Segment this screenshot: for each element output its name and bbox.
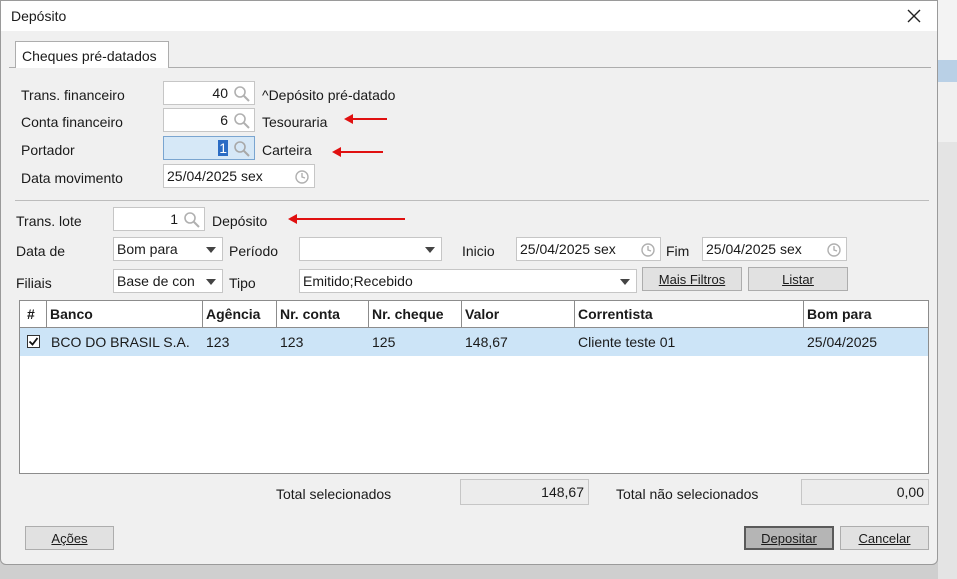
conta-financeiro-input[interactable]: 6 <box>163 108 255 132</box>
tab-cheques-pre-datados[interactable]: Cheques pré-datados <box>15 41 169 68</box>
column-header[interactable]: Nr. cheque <box>369 301 462 327</box>
data-movimento-value: 25/04/2025 sex <box>167 168 263 184</box>
column-header[interactable]: Banco <box>47 301 203 327</box>
close-icon <box>907 9 921 23</box>
cancelar-button[interactable]: Cancelar <box>840 526 929 550</box>
total-selecionados-label: Total selecionados <box>276 486 392 502</box>
trans-financeiro-desc: ^Depósito pré-datado <box>262 87 396 103</box>
tipo-select[interactable]: Emitido;Recebido <box>299 269 637 293</box>
column-header[interactable]: Valor <box>462 301 575 327</box>
cancelar-label: Cancelar <box>858 530 911 546</box>
cheques-table[interactable]: # Banco Agência Nr. conta Nr. cheque Val… <box>19 300 929 474</box>
separator <box>15 200 929 201</box>
dropdown-arrow-icon <box>620 279 630 285</box>
inicio-label: Inicio <box>462 243 495 259</box>
portador-value: 1 <box>218 140 228 156</box>
red-arrow-icon <box>344 114 387 124</box>
acoes-button[interactable]: Ações <box>25 526 114 550</box>
total-nao-selecionados-label: Total não selecionados <box>616 486 759 502</box>
background-window-strip-selected <box>938 60 957 82</box>
close-button[interactable] <box>891 1 937 31</box>
dropdown-arrow-icon <box>206 247 216 253</box>
window-title: Depósito <box>11 8 67 24</box>
column-header[interactable]: Nr. conta <box>277 301 369 327</box>
depositar-button[interactable]: Depositar <box>744 526 834 550</box>
trans-financeiro-label: Trans. financeiro <box>21 87 125 103</box>
conta-financeiro-label: Conta financeiro <box>21 114 123 130</box>
portador-desc: Carteira <box>262 142 312 158</box>
background-window-strip <box>938 0 957 60</box>
mais-filtros-button[interactable]: Mais Filtros <box>642 267 742 291</box>
background-window-strip <box>938 142 957 579</box>
column-header[interactable]: # <box>20 301 47 327</box>
magnifier-icon[interactable] <box>233 85 251 103</box>
total-nao-selecionados-value: 0,00 <box>896 484 924 500</box>
cell-valor: 148,67 <box>465 334 508 350</box>
table-header: # Banco Agência Nr. conta Nr. cheque Val… <box>20 301 928 328</box>
depositar-label: Depositar <box>761 530 817 546</box>
data-movimento-label: Data movimento <box>21 170 123 186</box>
data-movimento-input[interactable]: 25/04/2025 sex <box>163 164 315 188</box>
column-header[interactable]: Agência <box>203 301 277 327</box>
trans-lote-desc: Depósito <box>212 213 268 229</box>
red-arrow-icon <box>288 214 405 224</box>
data-de-label: Data de <box>16 243 66 259</box>
total-selecionados-value-box: 148,67 <box>460 479 589 505</box>
cell-bom-para: 25/04/2025 <box>807 334 878 350</box>
inicio-input[interactable]: 25/04/2025 sex <box>516 237 661 261</box>
filiais-value: Base de con <box>117 273 195 289</box>
trans-financeiro-input[interactable]: 40 <box>163 81 255 105</box>
table-row[interactable]: BCO DO BRASIL S.A. 123 123 125 148,67 Cl… <box>20 328 928 356</box>
trans-financeiro-value: 40 <box>212 85 228 101</box>
red-arrow-icon <box>332 147 383 157</box>
mais-filtros-label: Mais Filtros <box>658 271 726 287</box>
fim-value: 25/04/2025 sex <box>706 241 802 257</box>
listar-button[interactable]: Listar <box>748 267 848 291</box>
title-bar: Depósito <box>1 1 937 31</box>
periodo-label: Período <box>229 243 279 259</box>
checkbox-checked-icon <box>28 337 39 346</box>
filiais-label: Filiais <box>16 275 52 291</box>
trans-lote-value: 1 <box>170 211 178 227</box>
column-header[interactable]: Correntista <box>575 301 804 327</box>
magnifier-icon[interactable] <box>233 140 251 158</box>
data-de-select[interactable]: Bom para <box>113 237 223 261</box>
trans-lote-input[interactable]: 1 <box>113 207 205 231</box>
acoes-label: Ações <box>51 530 88 546</box>
dropdown-arrow-icon <box>425 247 435 253</box>
cell-correntista: Cliente teste 01 <box>578 334 676 350</box>
magnifier-icon[interactable] <box>233 112 251 130</box>
magnifier-icon[interactable] <box>183 211 201 229</box>
trans-lote-label: Trans. lote <box>16 213 82 229</box>
listar-label: Listar <box>782 271 814 287</box>
tab-label: Cheques pré-datados <box>22 48 157 64</box>
portador-label: Portador <box>21 142 75 158</box>
fim-label: Fim <box>666 243 690 259</box>
filiais-select[interactable]: Base de con <box>113 269 223 293</box>
cell-nr-cheque: 125 <box>372 334 396 350</box>
fim-input[interactable]: 25/04/2025 sex <box>702 237 847 261</box>
row-checkbox[interactable] <box>27 335 40 348</box>
inicio-value: 25/04/2025 sex <box>520 241 616 257</box>
background-window-strip <box>938 82 957 142</box>
clock-icon[interactable] <box>825 241 843 259</box>
deposit-dialog: Depósito Cheques pré-datados Trans. fina… <box>0 0 938 565</box>
total-selecionados-value: 148,67 <box>541 484 584 500</box>
clock-icon[interactable] <box>639 241 657 259</box>
conta-financeiro-desc: Tesouraria <box>262 114 328 130</box>
total-nao-selecionados-value-box: 0,00 <box>801 479 929 505</box>
cell-nr-conta: 123 <box>280 334 304 350</box>
tipo-value: Emitido;Recebido <box>303 273 413 289</box>
conta-financeiro-value: 6 <box>220 112 228 128</box>
data-de-value: Bom para <box>117 241 178 257</box>
tipo-label: Tipo <box>229 275 256 291</box>
cell-agencia: 123 <box>206 334 230 350</box>
clock-icon[interactable] <box>293 168 311 186</box>
periodo-select[interactable] <box>299 237 442 261</box>
column-header[interactable]: Bom para <box>804 301 928 327</box>
dropdown-arrow-icon <box>206 279 216 285</box>
cell-banco: BCO DO BRASIL S.A. <box>51 334 190 350</box>
portador-input[interactable]: 1 <box>163 136 255 160</box>
